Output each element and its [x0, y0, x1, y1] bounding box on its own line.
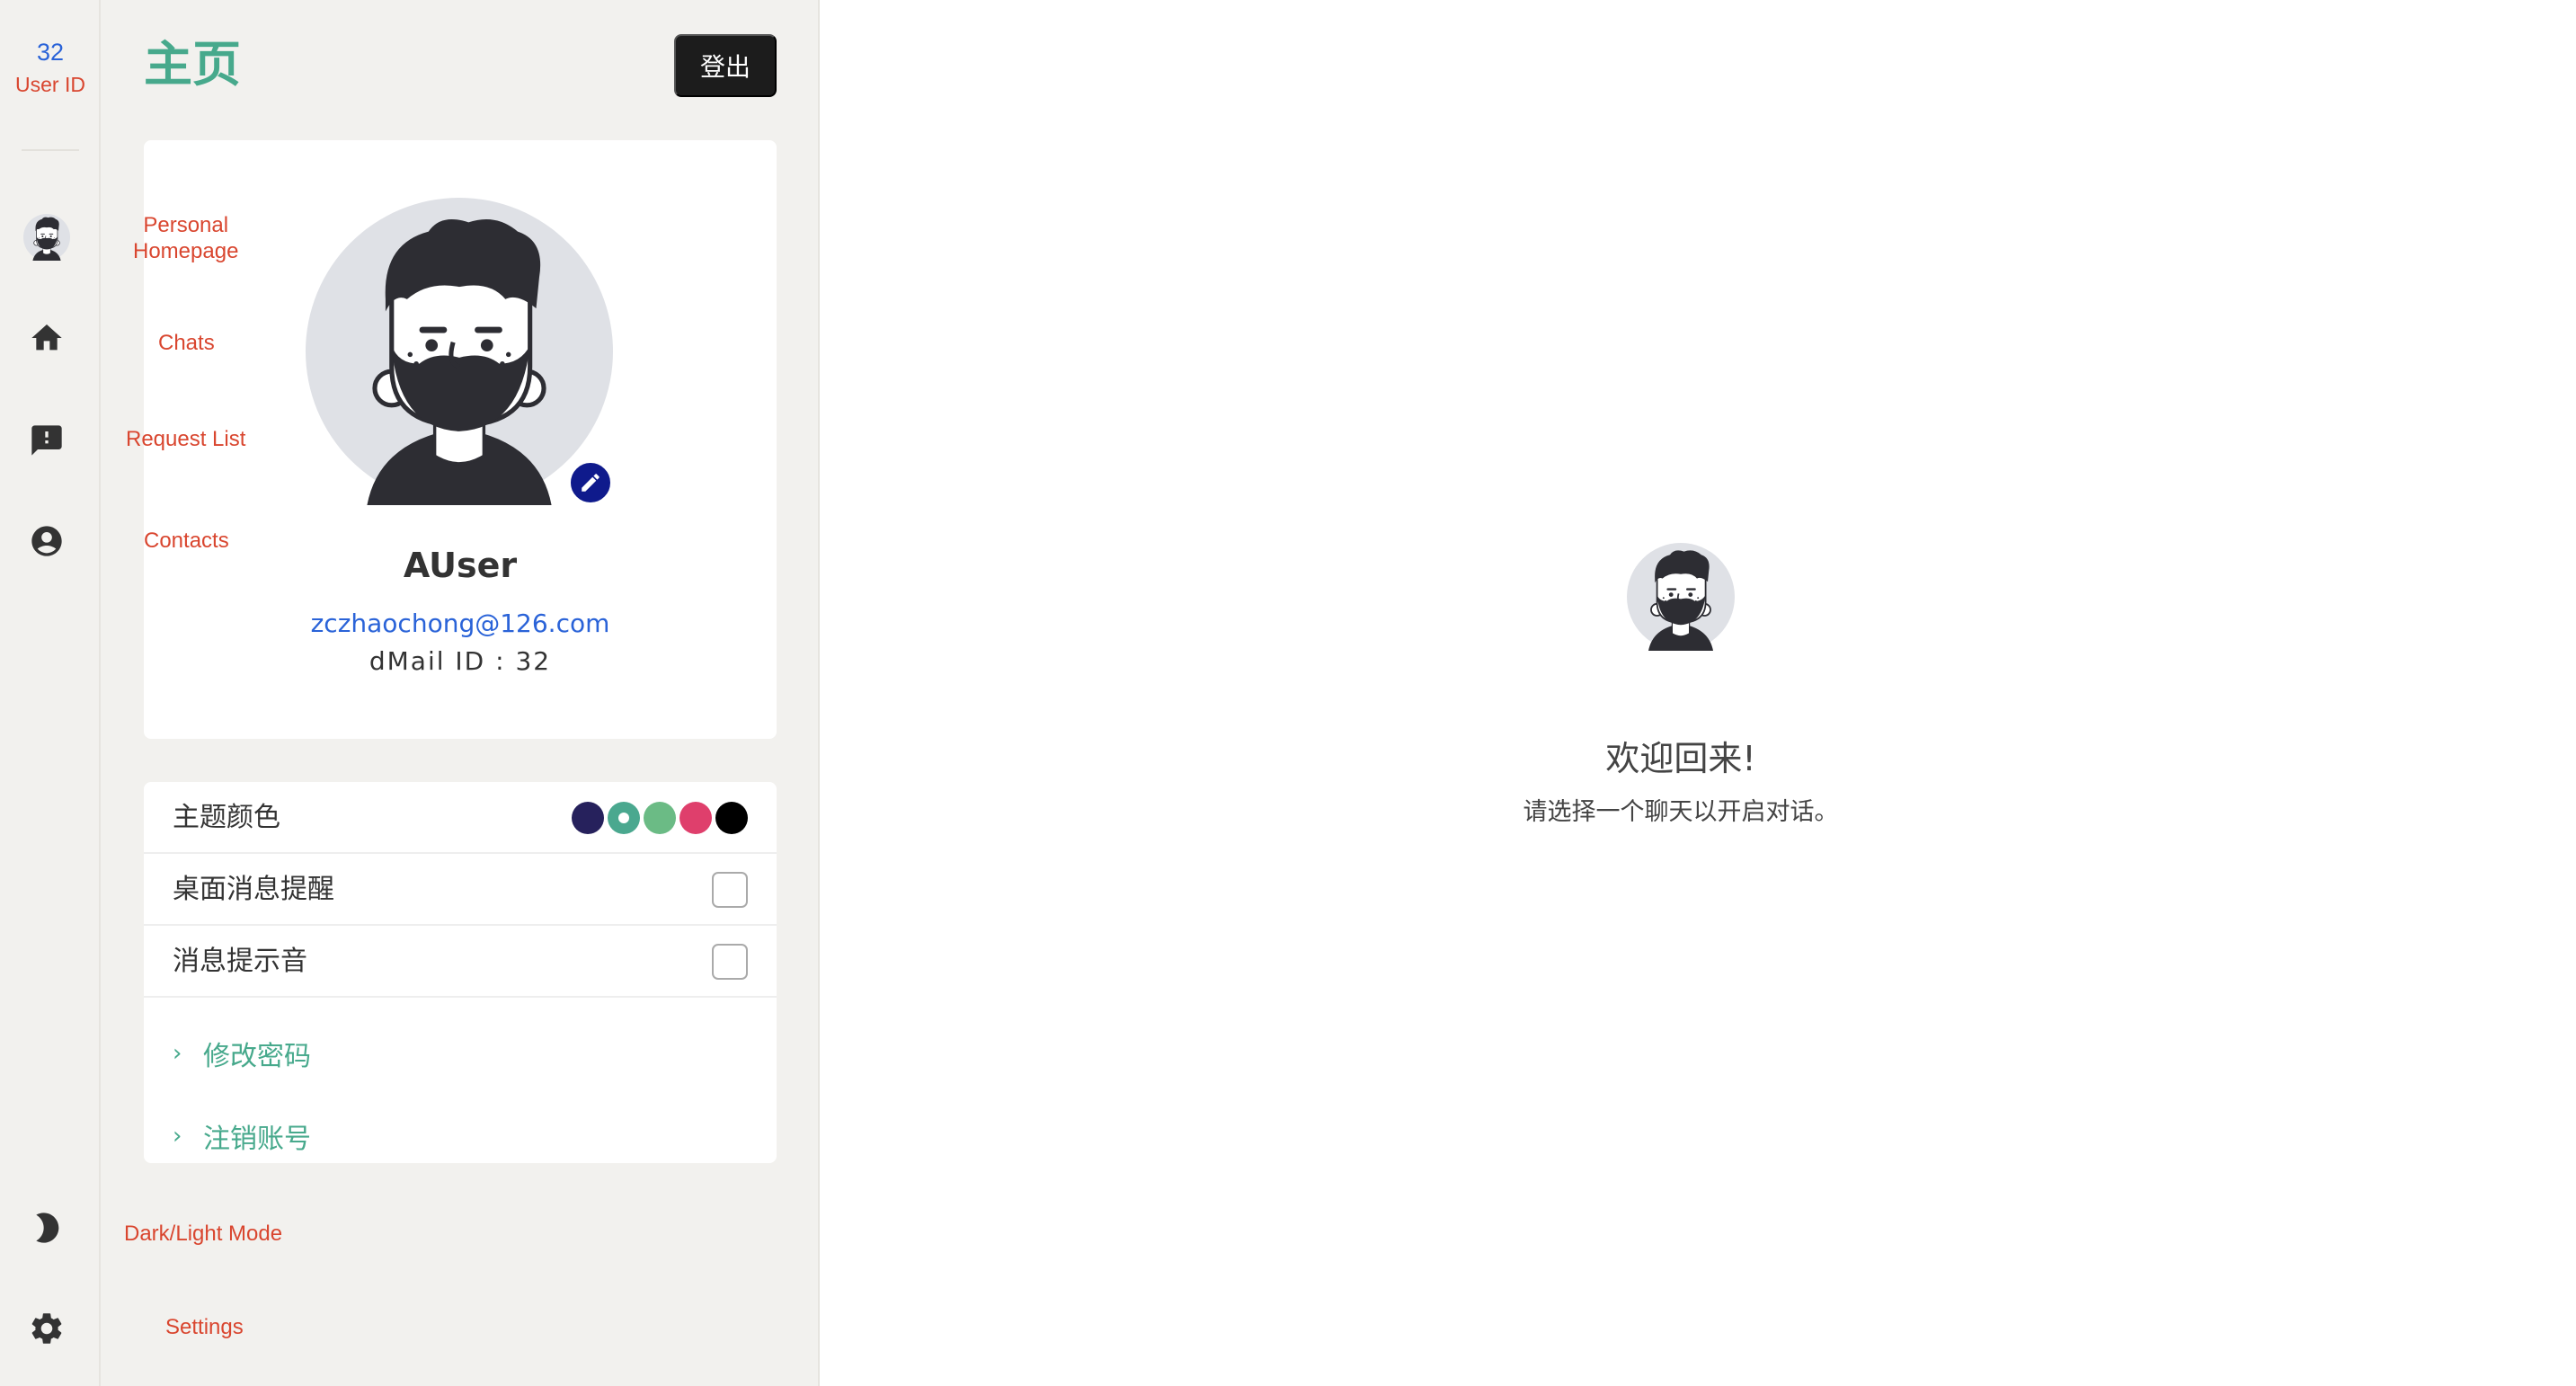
profile-avatar[interactable] — [306, 198, 613, 505]
desktop-notify-row: 桌面消息提醒 — [144, 854, 777, 926]
logout-button[interactable]: 登出 — [674, 34, 777, 97]
feedback-icon[interactable] — [23, 417, 70, 464]
desktop-notify-checkbox[interactable] — [712, 872, 748, 908]
annotation-chats: Chats — [158, 331, 215, 355]
profile-panel: 主页 登出 AUser zczhaochong@126.com dMail ID… — [101, 0, 820, 1386]
welcome-subtitle: 请选择一个聊天以开启对话。 — [1523, 798, 1839, 826]
annotation-settings: Settings — [165, 1315, 244, 1339]
profile-dmail-id: dMail ID : 32 — [369, 646, 552, 676]
annotation-contacts: Contacts — [144, 529, 229, 553]
deactivate-account-label: 注销账号 — [203, 1124, 311, 1155]
welcome-avatar — [1627, 543, 1735, 651]
home-icon[interactable] — [23, 315, 70, 361]
chevron-right-icon: › — [173, 1123, 182, 1150]
theme-swatch[interactable] — [715, 802, 748, 834]
pencil-icon — [582, 474, 600, 492]
gear-icon[interactable] — [23, 1305, 70, 1352]
account-circle-icon[interactable] — [23, 518, 70, 564]
theme-swatch[interactable] — [644, 802, 676, 834]
rail-avatar[interactable] — [23, 214, 70, 261]
sound-checkbox[interactable] — [712, 944, 748, 980]
theme-color-row: 主题颜色 — [144, 782, 777, 854]
theme-swatch[interactable] — [572, 802, 604, 834]
page-title: 主页 — [144, 36, 241, 93]
theme-color-label: 主题颜色 — [173, 802, 280, 833]
sound-row: 消息提示音 — [144, 926, 777, 998]
settings-card: 主题颜色 桌面消息提醒 消息提示音 › 修改密码 › 注销账号 — [144, 782, 777, 1163]
sound-label: 消息提示音 — [173, 946, 307, 977]
app-window: 32 User ID 主页 登出 AUser zczhaochong@126.c… — [0, 0, 2576, 1386]
theme-swatch[interactable] — [680, 802, 712, 834]
chat-main-area: 欢迎回来! 请选择一个聊天以开启对话。 — [822, 0, 2576, 1386]
user-id-block: 32 User ID — [0, 36, 101, 101]
moon-icon[interactable] — [23, 1204, 70, 1251]
avatar[interactable] — [23, 214, 70, 261]
theme-swatch[interactable] — [608, 802, 640, 834]
profile-name: AUser — [403, 546, 518, 585]
user-id-value: 32 — [36, 39, 65, 66]
rail-divider — [22, 149, 79, 151]
change-password-label: 修改密码 — [203, 1041, 311, 1072]
user-id-label: User ID — [15, 73, 85, 96]
theme-swatches — [572, 802, 748, 834]
nav-rail: 32 User ID — [0, 0, 101, 1386]
annotation-personal-homepage-text: Personal Homepage — [133, 213, 239, 263]
annotation-dark-light-mode: Dark/Light Mode — [124, 1222, 283, 1246]
desktop-notify-label: 桌面消息提醒 — [173, 874, 334, 905]
profile-email[interactable]: zczhaochong@126.com — [144, 606, 777, 642]
change-password-link[interactable]: › 修改密码 — [173, 1026, 311, 1080]
welcome-title: 欢迎回来! — [1605, 739, 1756, 778]
annotation-request-list: Request List — [126, 427, 246, 451]
avatar — [306, 198, 613, 505]
deactivate-account-link[interactable]: › 注销账号 — [173, 1109, 311, 1163]
annotation-personal-homepage: Personal Homepage — [133, 212, 238, 264]
chevron-right-icon: › — [173, 1040, 182, 1067]
edit-avatar-button[interactable] — [568, 460, 613, 505]
